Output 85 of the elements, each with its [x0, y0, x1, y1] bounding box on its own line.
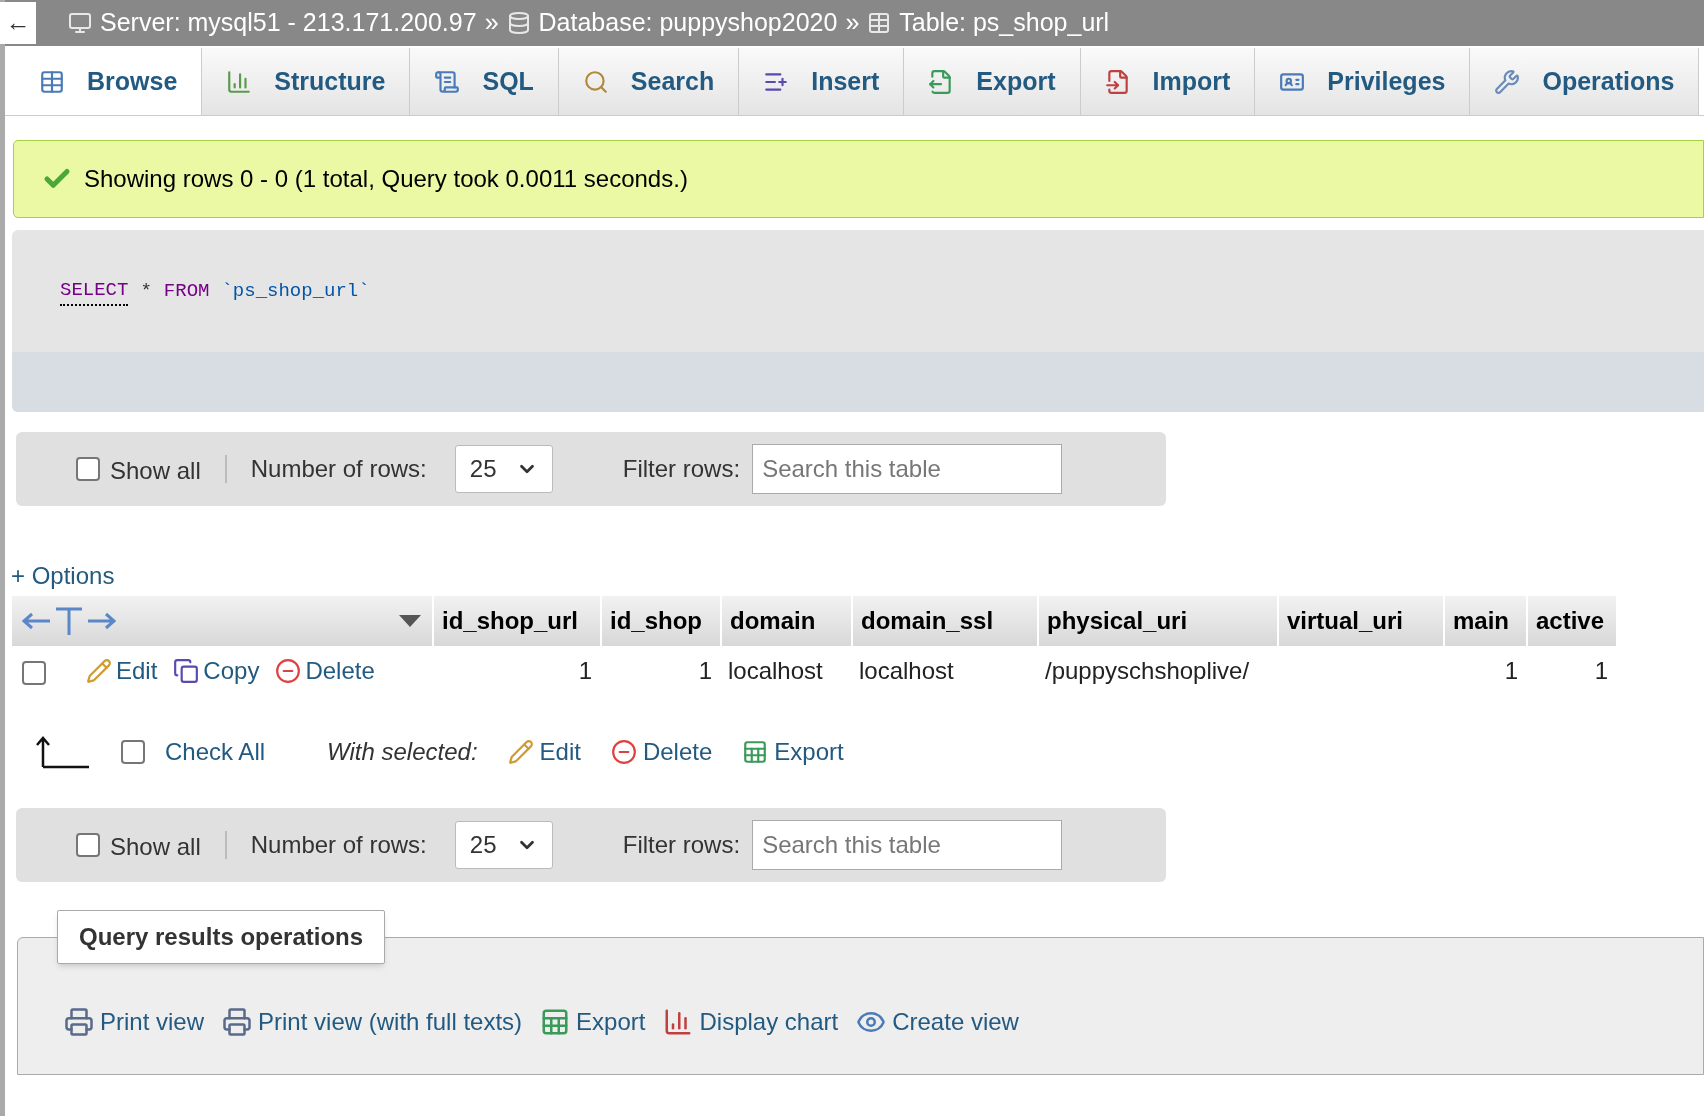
options-link[interactable]: + Options	[11, 558, 115, 594]
table-cell-text: localhost	[858, 656, 955, 686]
show-all-label: Show all	[110, 456, 201, 486]
rows-select[interactable]: 25	[454, 821, 553, 869]
sql-table-name: `ps_shop_url`	[221, 278, 370, 304]
sql-operator: *	[140, 278, 152, 304]
row-action-link[interactable]: Edit	[86, 653, 158, 689]
database-icon	[506, 11, 531, 35]
delete-icon	[275, 658, 302, 684]
filter-rows-label: Filter rows:	[622, 454, 741, 484]
number-of-rows-label: Number of rows:	[250, 830, 427, 860]
table-cell-text: /puppyschshoplive/	[1044, 656, 1251, 686]
printer-icon	[64, 1007, 94, 1037]
row-action-link[interactable]: Copy	[173, 653, 260, 689]
check-all-link[interactable]: Check All	[165, 734, 266, 770]
table-icon	[39, 68, 65, 95]
tab[interactable]: Operations	[1470, 48, 1700, 115]
printer-icon	[222, 1007, 253, 1037]
table-cell-text: 1	[577, 656, 593, 686]
operation-link[interactable]: Export	[540, 1004, 646, 1040]
filter-field[interactable]: Search this table	[752, 820, 1063, 870]
number-of-rows-label: Number of rows:	[250, 454, 427, 484]
back-button[interactable]: ←	[0, 2, 36, 44]
pencil-icon	[86, 658, 112, 684]
operation-link[interactable]: Display chart	[663, 1004, 839, 1040]
breadcrumb-separator: »	[845, 7, 860, 39]
table-cell-text: 1	[1593, 656, 1609, 686]
breadcrumb-link[interactable]: Table: ps_shop_url	[899, 4, 1110, 42]
tab[interactable]: Insert	[739, 48, 905, 115]
tab[interactable]: Privileges	[1255, 48, 1471, 115]
operation-link[interactable]: Print view	[64, 1004, 205, 1040]
table-cell-text: 1	[1503, 656, 1519, 686]
filter-rows-label: Filter rows:	[622, 830, 741, 860]
bulk-action-link[interactable]: Export	[742, 734, 844, 770]
breadcrumb-link[interactable]: Server: mysql51 - 213.171.200.97	[100, 4, 477, 42]
checkbox[interactable]	[76, 833, 100, 857]
column-header[interactable]: domain_ssl	[851, 596, 1037, 646]
column-header[interactable]: virtual_uri	[1277, 596, 1443, 646]
pencil-icon	[507, 739, 534, 765]
panel-legend: Query results operations	[57, 910, 386, 964]
copy-icon	[173, 658, 200, 684]
table-cell-text: localhost	[727, 656, 824, 686]
wrench-icon	[1494, 68, 1521, 95]
message-text: Showing rows 0 - 0 (1 total, Query took 0.0011 seconds.)	[84, 164, 688, 194]
export-icon	[540, 1007, 571, 1037]
column-header[interactable]: main	[1443, 596, 1526, 646]
bulk-action-link[interactable]: Edit	[507, 734, 581, 770]
checkbox[interactable]	[76, 457, 100, 481]
tab[interactable]: Export	[904, 48, 1081, 115]
with-selected-label: With selected:	[327, 737, 478, 767]
table-icon	[867, 11, 892, 35]
tab[interactable]: Import	[1080, 48, 1256, 115]
sql-keyword[interactable]: SELECT	[60, 275, 129, 307]
delete-icon	[610, 739, 637, 765]
column-header[interactable]: id_shop_url	[432, 596, 600, 646]
tab[interactable]: SQL	[410, 48, 559, 115]
breadcrumb-link[interactable]: Database: puppyshop2020	[538, 4, 838, 42]
structure-icon	[226, 68, 253, 95]
operation-link[interactable]: Print view (with full texts)	[222, 1004, 523, 1040]
breadcrumb-separator: »	[484, 7, 499, 39]
scroll-icon	[434, 68, 461, 95]
column-header[interactable]: active	[1526, 596, 1616, 646]
search-icon	[582, 68, 609, 95]
checkbox[interactable]	[121, 740, 145, 764]
column-resize-header[interactable]	[12, 596, 432, 646]
tab[interactable]: Search	[558, 48, 740, 115]
column-header[interactable]: physical_uri	[1037, 596, 1277, 646]
dropdown-arrow-icon[interactable]	[398, 614, 422, 628]
operation-link[interactable]: Create view	[856, 1004, 1019, 1040]
monitor-icon	[68, 11, 92, 35]
checkbox[interactable]	[22, 661, 46, 685]
bulk-action-link[interactable]: Delete	[610, 734, 713, 770]
column-arrows-icon	[22, 605, 116, 637]
show-all-label: Show all	[110, 832, 201, 862]
column-header[interactable]: domain	[720, 596, 851, 646]
rows-select[interactable]: 25	[454, 445, 553, 493]
table-cell-text: 1	[697, 656, 713, 686]
sql-keyword: FROM	[163, 278, 210, 304]
import-icon	[1104, 68, 1131, 95]
tab[interactable]: Structure	[202, 48, 411, 115]
export-icon	[742, 739, 769, 765]
filter-field[interactable]: Search this table	[752, 444, 1063, 494]
column-header[interactable]: id_shop	[600, 596, 720, 646]
arrow-up-icon	[35, 735, 91, 769]
row-action-link[interactable]: Delete	[275, 653, 375, 689]
